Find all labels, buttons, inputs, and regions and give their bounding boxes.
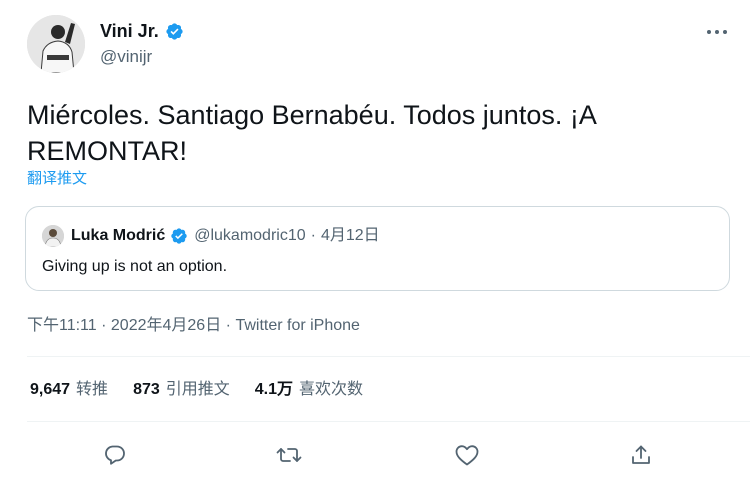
avatar-photo	[27, 15, 85, 73]
author-handle[interactable]: @vinijr	[100, 46, 152, 68]
quoted-tweet-date: 4月12日	[320, 227, 380, 244]
quotes-label: 引用推文	[165, 381, 230, 398]
likes-stat[interactable]: 4.1万 喜欢次数	[255, 380, 363, 400]
retweet-icon	[276, 448, 302, 462]
tweet-text: Miércoles. Santiago Bernabéu. Todos junt…	[27, 100, 597, 166]
quoted-author-name: Luka Modrić	[71, 227, 166, 244]
author-name-row[interactable]: Vini Jr.	[100, 19, 184, 43]
retweets-stat[interactable]: 9,647 转推	[30, 380, 108, 400]
likes-label: 喜欢次数	[299, 381, 364, 398]
divider	[27, 421, 750, 422]
translate-tweet-link[interactable]: 翻译推文	[27, 169, 87, 189]
author-name[interactable]: Vini Jr.	[100, 19, 159, 43]
tweet-stats: 9,647 转推 873 引用推文 4.1万 喜欢次数	[30, 380, 363, 400]
likes-count: 4.1万	[254, 381, 294, 398]
quoted-avatar-photo	[42, 225, 64, 247]
tweet-detail: Vini Jr. @vinijr Miércoles. Santiago Ber…	[0, 0, 750, 485]
quoted-tweet-text: Giving up is not an option.	[42, 258, 228, 275]
reply-icon	[105, 445, 125, 465]
quoted-tweet-card[interactable]: Luka Modrić @lukamodric10 · 4月12日 Giving…	[25, 206, 730, 291]
quotes-count: 873	[133, 381, 160, 398]
more-icon	[707, 30, 727, 34]
quoted-author-handle: @lukamodric10	[194, 227, 306, 244]
retweet-button[interactable]	[272, 438, 306, 472]
share-icon	[632, 445, 650, 464]
tweet-date[interactable]: 2022年4月26日	[111, 317, 221, 334]
retweets-count: 9,647	[30, 381, 71, 398]
more-options-button[interactable]	[702, 22, 732, 42]
quoted-separator: ·	[310, 227, 316, 244]
reply-button[interactable]	[98, 438, 132, 472]
verified-badge-icon	[171, 228, 187, 244]
quoted-tweet-header: Luka Modrić @lukamodric10 · 4月12日	[42, 225, 380, 247]
retweets-label: 转推	[76, 381, 109, 398]
share-button[interactable]	[624, 438, 658, 472]
meta-separator: ·	[101, 317, 107, 334]
quoted-author-avatar	[42, 225, 64, 247]
tweet-meta: 下午11:11 · 2022年4月26日 · Twitter for iPhon…	[27, 316, 360, 336]
verified-badge-icon	[166, 22, 183, 40]
divider	[27, 356, 750, 357]
author-avatar[interactable]	[27, 15, 85, 73]
like-icon	[455, 445, 479, 466]
meta-separator: ·	[225, 317, 231, 334]
tweet-time[interactable]: 下午11:11	[27, 317, 97, 334]
tweet-source[interactable]: Twitter for iPhone	[235, 317, 360, 334]
like-button[interactable]	[450, 438, 484, 472]
quotes-stat[interactable]: 873 引用推文	[133, 380, 230, 400]
